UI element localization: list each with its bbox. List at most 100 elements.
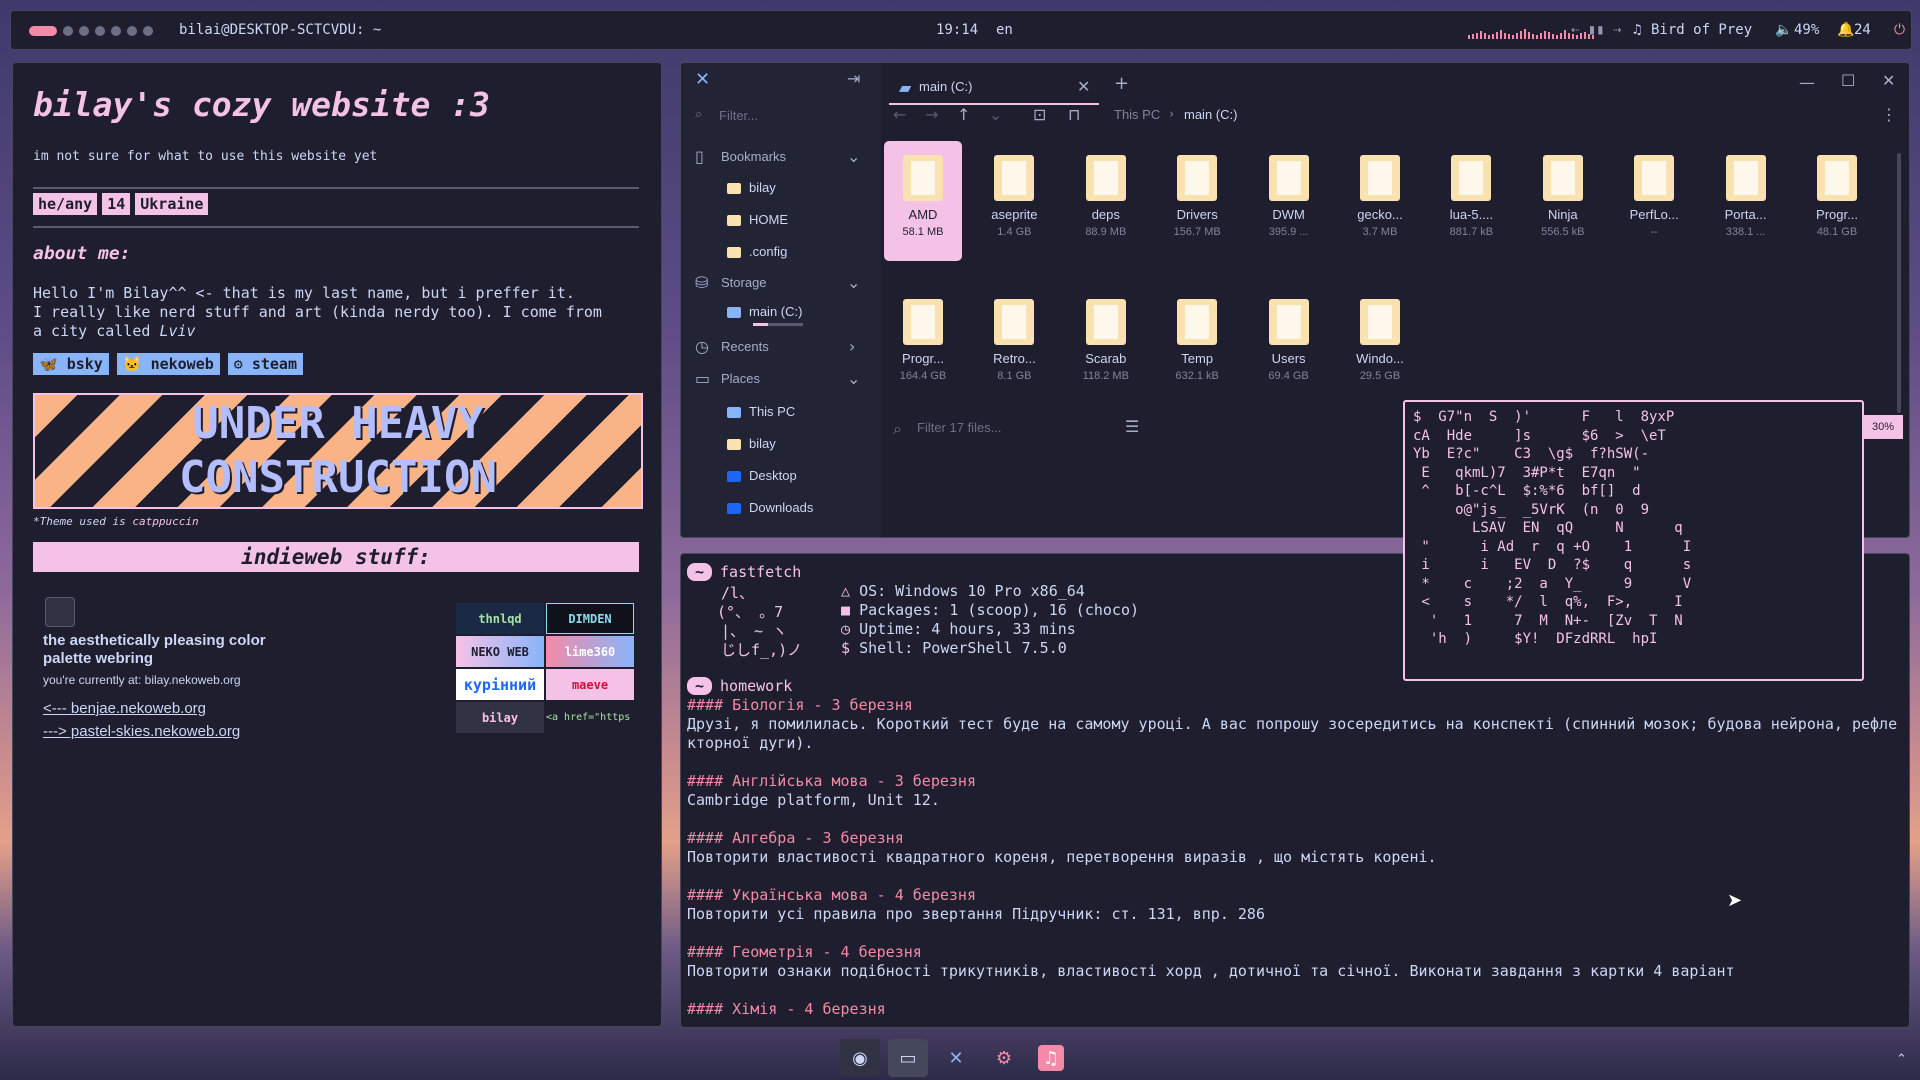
workspace-indicator[interactable]: [29, 26, 153, 36]
sidebar-item-main-c[interactable]: main (C:): [727, 304, 802, 319]
track-title[interactable]: Bird of Prey: [1651, 22, 1752, 38]
workspace-7[interactable]: [143, 26, 153, 36]
vscode-icon[interactable]: ✕: [936, 1039, 976, 1077]
webring-next-link[interactable]: ---> pastel-skies.nekoweb.org: [43, 723, 240, 740]
notification-count[interactable]: 24: [1854, 22, 1871, 38]
workspace-4[interactable]: [95, 26, 105, 36]
webring-icon[interactable]: [45, 597, 75, 627]
file-item[interactable]: PerfLo... --: [1615, 141, 1693, 261]
keyboard-layout[interactable]: en: [996, 22, 1013, 38]
88x31-button[interactable]: lime360: [546, 636, 634, 667]
theme-prefix: *Theme used is: [33, 515, 133, 528]
lock-icon[interactable]: ⊡: [1033, 105, 1046, 124]
tab-main-c[interactable]: ▰ main (C:) ✕: [889, 69, 1099, 105]
workspace-5[interactable]: [111, 26, 121, 36]
sidebar-item-this-pc[interactable]: This PC: [727, 404, 795, 419]
recents-heading[interactable]: Recents: [721, 339, 769, 354]
obs-icon[interactable]: ◉: [840, 1039, 880, 1077]
webring-prev-link[interactable]: <--- benjae.nekoweb.org: [43, 700, 206, 717]
chevron-down-icon[interactable]: ⌄: [847, 369, 860, 388]
sidebar-item-bilay[interactable]: bilay: [727, 180, 776, 195]
sidebar-item-bilay-place[interactable]: bilay: [727, 436, 776, 451]
storage-heading[interactable]: Storage: [721, 275, 767, 290]
forward-icon[interactable]: →: [925, 105, 938, 124]
back-icon[interactable]: ←: [893, 105, 906, 124]
88x31-button[interactable]: курінний: [456, 669, 544, 700]
chevron-right-icon[interactable]: ›: [849, 337, 855, 356]
88x31-button[interactable]: NEKO WEB: [456, 636, 544, 667]
sidebar-item-home[interactable]: HOME: [727, 212, 788, 227]
bookmarks-heading[interactable]: Bookmarks: [721, 149, 786, 164]
close-window-icon[interactable]: ✕: [1882, 71, 1895, 90]
bsky-link[interactable]: 🦋 bsky: [33, 353, 109, 375]
tray-chevron-up-icon[interactable]: ⌃: [1896, 1052, 1907, 1067]
places-heading[interactable]: Places: [721, 371, 760, 386]
88x31-button[interactable]: DIMDEN: [546, 603, 634, 634]
volume-icon[interactable]: 🔈: [1775, 22, 1792, 38]
file-item[interactable]: gecko... 3.7 MB: [1341, 141, 1419, 261]
88x31-button[interactable]: bilay: [456, 702, 544, 733]
minimize-icon[interactable]: —: [1799, 73, 1815, 92]
music-app-icon[interactable]: ♫: [1038, 1045, 1064, 1071]
breadcrumb-main-c[interactable]: main (C:): [1184, 107, 1237, 122]
88x31-button[interactable]: <a href="https: [546, 702, 634, 733]
file-item[interactable]: Windo... 29.5 GB: [1341, 285, 1419, 405]
file-item[interactable]: Retro... 8.1 GB: [975, 285, 1053, 405]
breadcrumb-this-pc[interactable]: This PC: [1114, 107, 1160, 122]
sidebar-item-desktop[interactable]: Desktop: [727, 468, 797, 483]
media-controls[interactable]: ⇠ ▮▮ ⇢: [1571, 22, 1622, 38]
file-item[interactable]: Progr... 164.4 GB: [884, 285, 962, 405]
nekoweb-link[interactable]: 🐱 nekoweb: [116, 353, 220, 375]
file-item[interactable]: lua-5.... 881.7 kB: [1432, 141, 1510, 261]
more-menu-icon[interactable]: ⋮: [1881, 105, 1897, 124]
volume-level[interactable]: 49%: [1794, 22, 1819, 38]
sidebar-filter-input[interactable]: Filter...: [719, 108, 758, 123]
workspace-6[interactable]: [127, 26, 137, 36]
history-chevron-icon[interactable]: ⌄: [989, 105, 1002, 124]
homework-heading: #### Англійська мова - 3 березня: [687, 772, 976, 790]
folder-icon: [1085, 299, 1126, 345]
prompt-line: ~ fastfetch: [687, 563, 801, 581]
clock[interactable]: 19:14: [936, 22, 978, 38]
file-size: 338.1 ...: [1725, 226, 1766, 238]
file-item[interactable]: DWM 395.9 ...: [1250, 141, 1328, 261]
file-item[interactable]: deps 88.9 MB: [1067, 141, 1145, 261]
theme-link[interactable]: catppuccin: [132, 515, 198, 528]
cat-icon: 🐱: [122, 355, 151, 373]
sidebar-item-downloads[interactable]: Downloads: [727, 500, 813, 515]
close-tab-icon[interactable]: ✕: [1077, 77, 1090, 96]
workspace-3[interactable]: [79, 26, 89, 36]
matrix-rain-window[interactable]: $ G7"n S )' F l 8yxP cA Hde ]s $6 > \eT …: [1403, 400, 1864, 681]
maximize-icon[interactable]: ☐: [1841, 71, 1855, 90]
chevron-down-icon[interactable]: ⌄: [847, 147, 860, 166]
88x31-button[interactable]: thnlqd: [456, 603, 544, 634]
utility-icon[interactable]: ⚙: [984, 1039, 1024, 1077]
active-workspace[interactable]: [29, 26, 57, 36]
file-item[interactable]: aseprite 1.4 GB: [975, 141, 1053, 261]
terminal-icon[interactable]: ▭: [888, 1039, 928, 1077]
file-item[interactable]: Progr... 48.1 GB: [1798, 141, 1876, 261]
bell-icon[interactable]: 🔔: [1837, 22, 1854, 38]
new-tab-icon[interactable]: +: [1114, 73, 1129, 94]
collapse-sidebar-icon[interactable]: ⇥: [847, 69, 860, 88]
chevron-down-icon[interactable]: ⌄: [847, 273, 860, 292]
file-item[interactable]: Ninja 556.5 kB: [1524, 141, 1602, 261]
filter-files-input[interactable]: Filter 17 files...: [917, 420, 1002, 435]
bookmark-add-icon[interactable]: ⊓: [1068, 105, 1080, 124]
file-item[interactable]: Scarab 118.2 MB: [1067, 285, 1145, 405]
88x31-button[interactable]: maeve: [546, 669, 634, 700]
file-item[interactable]: Drivers 156.7 MB: [1158, 141, 1236, 261]
filter-options-icon[interactable]: ☰: [1125, 417, 1139, 436]
file-item[interactable]: Users 69.4 GB: [1250, 285, 1328, 405]
file-item[interactable]: Porta... 338.1 ...: [1707, 141, 1785, 261]
up-icon[interactable]: ↑: [957, 105, 970, 124]
steam-link[interactable]: ⚙ steam: [227, 353, 303, 375]
file-item[interactable]: Temp 632.1 kB: [1158, 285, 1236, 405]
workspace-2[interactable]: [63, 26, 73, 36]
sidebar-item-config[interactable]: .config: [727, 244, 787, 259]
scrollbar[interactable]: [1897, 153, 1901, 413]
city-name: Lviv: [159, 322, 196, 340]
power-icon[interactable]: ⏻: [1894, 22, 1905, 38]
file-item[interactable]: AMD 58.1 MB: [884, 141, 962, 261]
taskbar-dock: ◉ ▭ ✕ ⚙ ♫: [840, 1038, 1072, 1078]
